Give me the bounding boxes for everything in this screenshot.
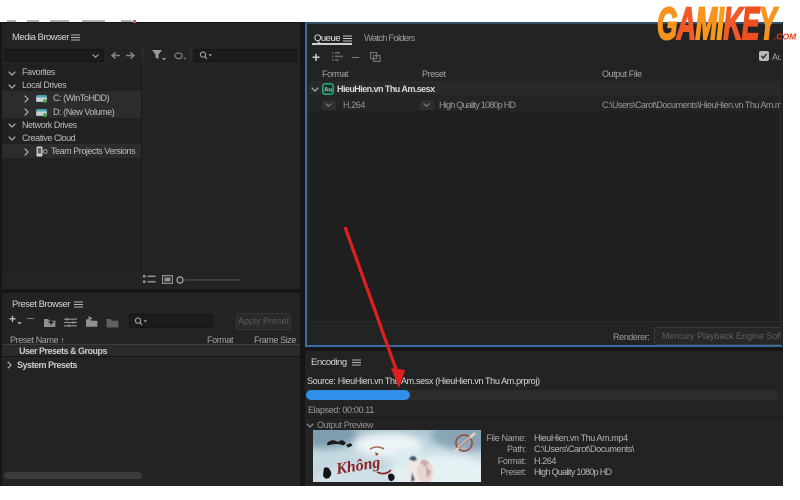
svg-text:Au: Au — [324, 87, 332, 93]
svg-text:GAMIKEY: GAMIKEY — [657, 0, 779, 46]
svg-text:.COM: .COM — [774, 32, 797, 42]
